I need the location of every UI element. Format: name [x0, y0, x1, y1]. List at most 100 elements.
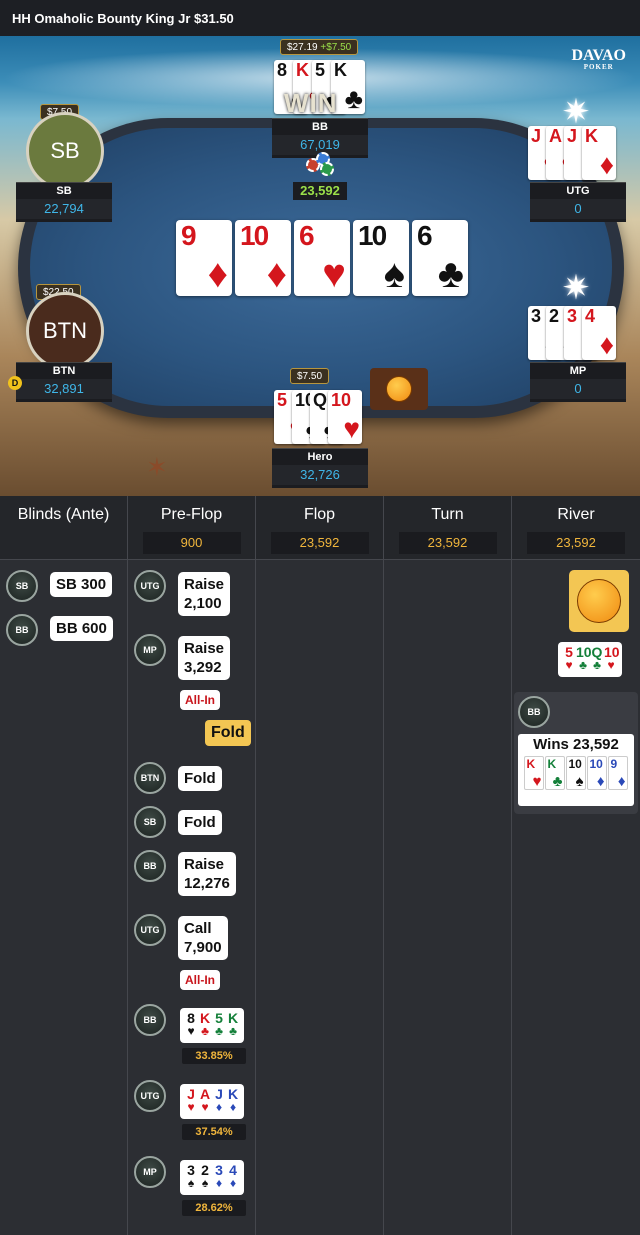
column-pot: 23,592 — [398, 532, 497, 554]
action-bubble: Raise 12,276 — [178, 852, 236, 896]
action-bubble: Raise 3,292 — [178, 636, 231, 680]
card-suit-icon: ♥ — [187, 1100, 195, 1114]
mini-card: 2 ♠ — [198, 1163, 212, 1189]
mini-card: 8 ♥ — [184, 1011, 198, 1037]
equity-percent: 37.54% — [182, 1124, 246, 1140]
card-rank: A — [199, 1086, 211, 1102]
mini-card: K ♦ — [226, 1087, 240, 1113]
card-suit-icon: ♦ — [229, 1176, 237, 1190]
card-suit-icon: ♦ — [617, 773, 626, 790]
card-rank: 8 — [187, 1010, 195, 1026]
equity-percent: 28.62% — [182, 1200, 246, 1216]
card-rank: 4 — [585, 306, 596, 326]
position-chip-mp: MP — [134, 634, 166, 666]
card-rank: Q — [313, 390, 328, 410]
wins-box: Wins 23,592 K ♥ K ♣ 10 ♠ 10 ♦ 9 ♦ — [518, 734, 634, 806]
mp-nameplate[interactable]: MP 0 — [530, 362, 626, 402]
position-chip-bb: BB — [134, 850, 166, 882]
card-rank: K — [334, 60, 347, 80]
card-rank: K — [585, 126, 598, 146]
hero-bounty: $7.50 — [290, 368, 330, 384]
position-chip-utg: UTG — [134, 570, 166, 602]
card-suit-icon: ♦ — [229, 1100, 237, 1114]
emoji-button[interactable] — [370, 368, 428, 410]
winning-card: 10 ♠ — [565, 756, 586, 790]
card-suit-icon: ♥ — [322, 252, 346, 296]
card-suit-icon: ♣ — [344, 83, 363, 114]
hero-nameplate[interactable]: Hero 32,726 — [272, 448, 368, 488]
card-suit-icon: ♣ — [215, 1024, 223, 1038]
card-rank: 2 — [201, 1162, 209, 1178]
mini-card: K ♣ — [226, 1011, 240, 1037]
window-header: HH Omaholic Bounty King Jr $31.50 — [0, 0, 640, 36]
angry-face-icon — [386, 376, 412, 402]
card-suit-icon: ♣ — [201, 1024, 209, 1038]
hole-card: K ♦ — [582, 126, 616, 180]
win-label: WIN — [284, 88, 338, 118]
hand-history-log: Blinds (Ante) Pre-Flop 900 Flop 23,592 Tur… — [0, 496, 640, 1235]
action-bubble: Call 7,900 — [178, 916, 228, 960]
sb-avatar[interactable]: SB — [26, 112, 104, 190]
card-suit-icon: ♥ — [565, 658, 573, 672]
sb-nameplate[interactable]: SB 22,794 — [16, 182, 112, 222]
position-chip: MP — [134, 1156, 166, 1188]
mini-card: J ♥ — [184, 1087, 198, 1113]
card-rank: K — [227, 1010, 239, 1026]
column-flop: Flop 23,592 — [256, 496, 384, 1235]
card-suit-icon: ♥ — [607, 658, 615, 672]
position-chip: UTG — [134, 1080, 166, 1112]
bb-bounty: $27.19 +$7.50 — [280, 39, 359, 55]
position-chip-sb: SB — [134, 806, 166, 838]
card-rank: 10 — [331, 390, 352, 410]
column-blinds: Blinds (Ante) — [0, 496, 128, 1235]
emoji-reaction — [569, 570, 629, 632]
winning-hand: K ♥ K ♣ 10 ♠ 10 ♦ 9 ♦ — [518, 756, 634, 790]
column-pot: 23,592 — [527, 532, 625, 554]
btn-nameplate[interactable]: BTN 32,891 — [16, 362, 112, 402]
card-rank: 9 — [181, 220, 197, 251]
card-rank: J — [567, 126, 578, 146]
position-chip: BB — [134, 1004, 166, 1036]
card-suit-icon: ♥ — [343, 413, 360, 444]
utg-nameplate[interactable]: UTG 0 — [530, 182, 626, 222]
card-rank: 5 — [315, 60, 326, 80]
card-rank: K — [547, 757, 557, 771]
hero-fold-bubble: Fold — [205, 720, 251, 746]
showdown-cards: J ♥ A ♥ J ♦ K ♦ — [180, 1084, 244, 1119]
column-title: Pre-Flop — [160, 506, 223, 523]
position-chip-sb: SB — [6, 570, 38, 602]
blind-bubble: BB 600 — [50, 616, 113, 641]
card-rank: K — [526, 757, 536, 771]
showdown-cards: 8 ♥ K ♣ 5 ♣ K ♣ — [180, 1008, 244, 1043]
card-suit-icon: ♣ — [579, 658, 587, 672]
position-chip-bb: BB — [518, 696, 550, 728]
bounty-burst-icon: ✷ — [561, 269, 591, 307]
starfish-icon: ✶ — [146, 452, 168, 482]
winning-card: 10 ♦ — [586, 756, 607, 790]
mini-card: 10 ♥ — [604, 645, 620, 672]
card-suit-icon: ♦ — [599, 149, 614, 180]
pot-chips-icon — [306, 152, 336, 182]
column-title: Turn — [431, 506, 464, 523]
card-rank: 5 — [277, 390, 288, 410]
board-card: 6 ♣ — [412, 220, 468, 296]
mini-card: 3 ♦ — [212, 1163, 226, 1189]
column-title: Blinds (Ante) — [17, 506, 110, 523]
card-suit-icon: ♠ — [575, 773, 584, 790]
mini-card: 10 ♣ — [576, 645, 592, 672]
card-rank: 2 — [549, 306, 560, 326]
card-rank: J — [531, 126, 542, 146]
btn-avatar[interactable]: BTN — [26, 292, 104, 370]
card-suit-icon: ♦ — [599, 329, 614, 360]
card-rank: 10 — [568, 757, 582, 771]
card-rank: J — [215, 1086, 223, 1102]
action-bubble: Raise 2,100 — [178, 572, 231, 616]
card-rank: 8 — [277, 60, 288, 80]
board-card: 10 ♦ — [235, 220, 291, 296]
hole-card: 4 ♦ — [582, 306, 616, 360]
card-suit-icon: ♠ — [383, 252, 405, 296]
winning-card: K ♥ — [523, 756, 544, 790]
site-logo: DAVAO POKER — [571, 47, 626, 71]
position-chip-bb: BB — [6, 614, 38, 646]
card-rank: 6 — [299, 220, 315, 251]
